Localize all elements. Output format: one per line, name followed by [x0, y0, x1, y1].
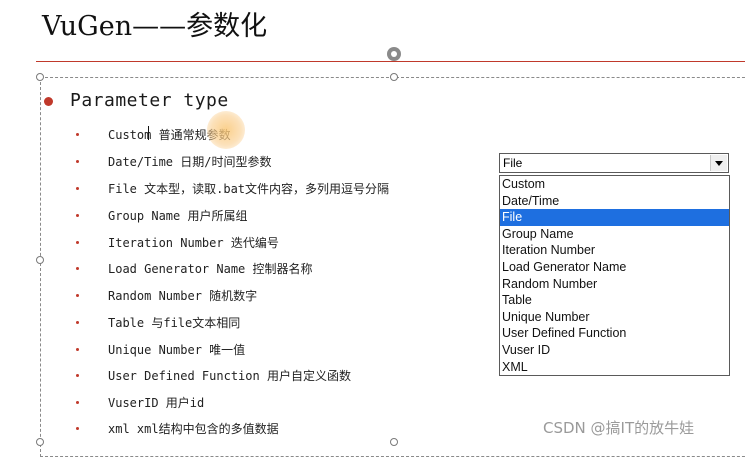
dropdown-option[interactable]: Table	[500, 292, 729, 309]
list-item-text[interactable]: File 文本型，读取.bat文件内容，多列用逗号分隔	[108, 180, 389, 197]
bullet-dot-icon	[76, 401, 79, 404]
bullet-dot-icon	[76, 267, 79, 270]
watermark: CSDN @搞IT的放牛娃	[543, 419, 695, 437]
resize-handle-bottom-middle[interactable]	[390, 438, 398, 446]
dropdown-option[interactable]: XML	[500, 359, 729, 376]
parameter-type-options: Custom Date/Time File Group Name Iterati…	[499, 175, 730, 376]
bullet-dot-icon	[76, 187, 79, 190]
title-divider	[36, 61, 745, 62]
cursor-highlight-icon	[207, 111, 245, 149]
section-heading[interactable]: Parameter type	[70, 90, 229, 111]
select-current-value: File	[503, 156, 523, 170]
resize-handle-middle-left[interactable]	[36, 256, 44, 264]
chevron-down-icon[interactable]	[710, 155, 727, 171]
list-item-text[interactable]: Random Number 随机数字	[108, 287, 257, 304]
parameter-type-select[interactable]: File	[499, 153, 729, 173]
dropdown-option[interactable]: Custom	[500, 176, 729, 193]
bullet-dot-icon	[76, 374, 79, 377]
dropdown-option-selected[interactable]: File	[500, 209, 729, 226]
dropdown-option[interactable]: User Defined Function	[500, 325, 729, 342]
rotate-handle-icon[interactable]	[387, 47, 401, 61]
bullet-dot-icon	[76, 348, 79, 351]
dropdown-option[interactable]: Vuser ID	[500, 342, 729, 359]
list-item-text[interactable]: VuserID 用户id	[108, 394, 204, 411]
resize-handle-top-left[interactable]	[36, 73, 44, 81]
list-item-text[interactable]: Date/Time 日期/时间型参数	[108, 153, 271, 170]
bullet-dot-icon	[76, 241, 79, 244]
text-caret	[148, 126, 149, 140]
slide-title: VuGen——参数化	[42, 11, 268, 42]
resize-handle-top-middle[interactable]	[390, 73, 398, 81]
list-item-text[interactable]: Group Name 用户所属组	[108, 207, 247, 224]
list-item-text[interactable]: Iteration Number 迭代编号	[108, 234, 279, 251]
list-item-text[interactable]: xml xml结构中包含的多值数据	[108, 420, 279, 437]
dropdown-option[interactable]: Unique Number	[500, 309, 729, 326]
bullet-dot-icon	[76, 321, 79, 324]
bullet-dot-icon	[76, 160, 79, 163]
list-item-text[interactable]: Table 与file文本相同	[108, 314, 240, 331]
resize-handle-bottom-left[interactable]	[36, 438, 44, 446]
bullet-dot-icon	[76, 294, 79, 297]
list-item-text[interactable]: User Defined Function 用户自定义函数	[108, 367, 351, 384]
bullet-dot-icon	[76, 427, 79, 430]
dropdown-option[interactable]: Iteration Number	[500, 242, 729, 259]
dropdown-option[interactable]: Group Name	[500, 226, 729, 243]
list-item-text[interactable]: Unique Number 唯一值	[108, 341, 245, 358]
bullet-dot-icon	[76, 214, 79, 217]
bullet-dot-icon	[44, 97, 53, 106]
dropdown-option[interactable]: Load Generator Name	[500, 259, 729, 276]
bullet-dot-icon	[76, 133, 79, 136]
dropdown-option[interactable]: Random Number	[500, 276, 729, 293]
list-item-text[interactable]: Load Generator Name 控制器名称	[108, 260, 313, 277]
dropdown-option[interactable]: Date/Time	[500, 193, 729, 210]
